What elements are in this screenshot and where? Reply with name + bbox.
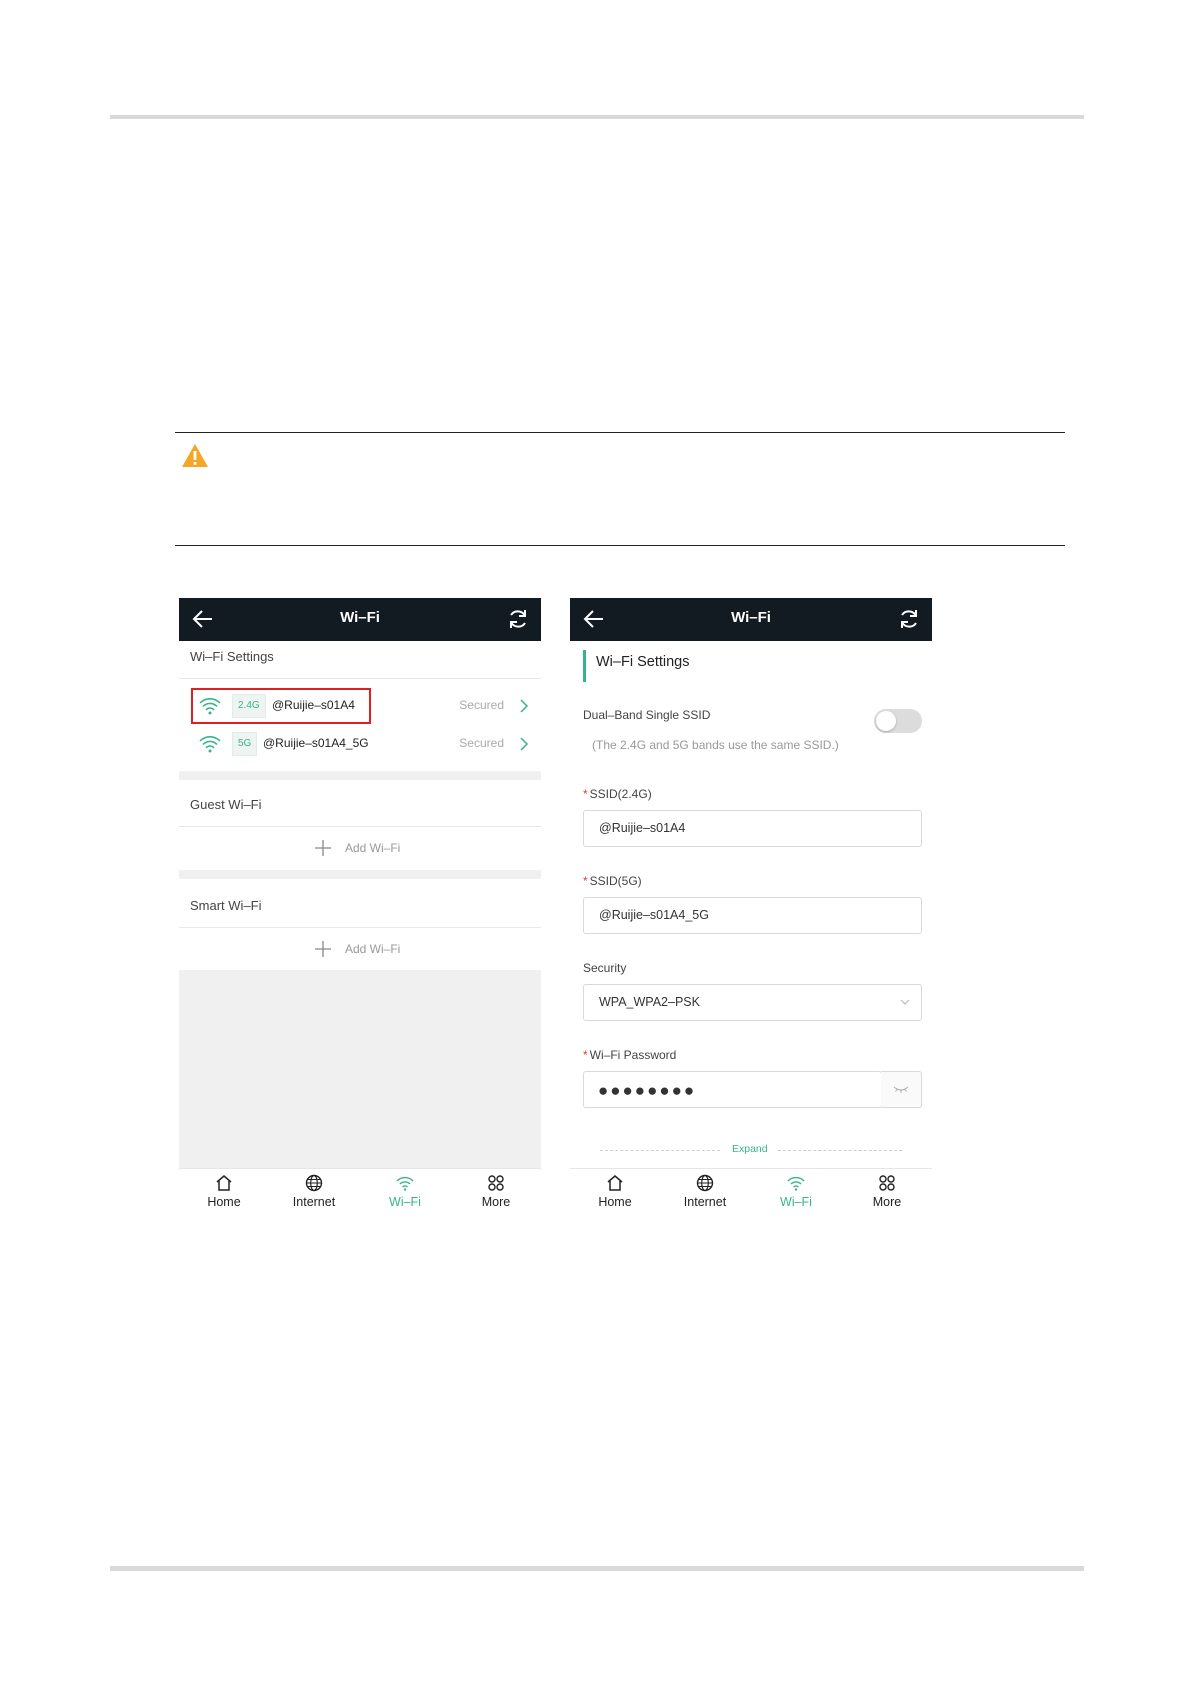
app-header: Wi–Fi — [179, 598, 541, 641]
tab-internet[interactable]: Internet — [269, 1169, 359, 1215]
tab-more[interactable]: More — [451, 1169, 541, 1215]
security-status: Secured — [459, 736, 504, 750]
home-icon — [607, 1175, 623, 1191]
password-label: * Wi–Fi Password — [583, 1048, 676, 1062]
plus-icon — [315, 840, 331, 856]
eye-closed-icon — [893, 1086, 909, 1093]
section-accent-bar — [583, 650, 586, 682]
security-status: Secured — [459, 698, 504, 712]
divider — [179, 927, 541, 928]
guest-wifi-title: Guest Wi–Fi — [190, 797, 262, 812]
refresh-icon[interactable] — [507, 608, 529, 630]
globe-icon — [305, 1174, 323, 1192]
password-input[interactable]: ●●●●●●●● — [583, 1071, 882, 1108]
ssid-name: @Ruijie–s01A4_5G — [263, 736, 369, 750]
expand-link[interactable]: Expand — [732, 1143, 768, 1155]
bottom-tab-bar: Home Internet Wi–Fi More — [179, 1168, 541, 1215]
note-bottom-rule — [175, 545, 1065, 546]
required-mark: * — [583, 874, 588, 888]
ssid-5g-value: @Ruijie–s01A4_5G — [599, 908, 709, 922]
plus-icon — [315, 941, 331, 957]
tab-label: Internet — [292, 1195, 336, 1209]
ssid-24g-input[interactable]: @Ruijie–s01A4 — [583, 810, 922, 847]
ssid-24g-value: @Ruijie–s01A4 — [599, 821, 686, 835]
expand-divider-left — [600, 1150, 720, 1151]
chevron-right-icon — [520, 699, 529, 713]
dual-band-hint: (The 2.4G and 5G bands use the same SSID… — [592, 738, 839, 752]
password-label-text: Wi–Fi Password — [589, 1048, 677, 1062]
app-title: Wi–Fi — [340, 609, 380, 626]
wifi-list-screen: Wi–Fi Wi–Fi Settings 2.4G @Ruijie–s01A4 … — [179, 598, 541, 1215]
home-icon — [216, 1175, 232, 1191]
security-select[interactable]: WPA_WPA2–PSK — [583, 984, 922, 1021]
required-mark: * — [583, 1048, 588, 1062]
note-top-rule — [175, 432, 1065, 433]
tab-wifi[interactable]: Wi–Fi — [360, 1169, 450, 1215]
wifi-settings-screen: Wi–Fi Wi–Fi Settings Dual–Band Single SS… — [570, 598, 932, 1215]
tab-label: Wi–Fi — [389, 1195, 421, 1209]
page-header-rule — [110, 115, 1084, 119]
chevron-down-icon — [900, 999, 910, 1005]
chevron-right-icon — [520, 737, 529, 751]
page-footer-rule — [110, 1566, 1084, 1571]
divider — [179, 826, 541, 827]
dual-band-toggle[interactable] — [874, 709, 922, 733]
tab-label: Internet — [683, 1195, 727, 1209]
security-label: Security — [583, 961, 627, 975]
tab-label: More — [872, 1195, 902, 1209]
smart-wifi-title: Smart Wi–Fi — [190, 898, 262, 913]
wifi-icon — [787, 1176, 805, 1191]
band-badge: 5G — [232, 732, 258, 756]
highlight-box — [191, 688, 371, 724]
section-gap — [179, 771, 541, 780]
app-header: Wi–Fi — [570, 598, 932, 641]
ssid-24g-label: * SSID(2.4G) — [583, 787, 652, 801]
password-mask: ●●●●●●●● — [598, 1081, 697, 1100]
add-smart-wifi-button[interactable]: Add Wi–Fi — [179, 931, 541, 967]
section-gap — [179, 870, 541, 879]
app-title: Wi–Fi — [731, 609, 771, 626]
ssid-row-5g[interactable]: 5G @Ruijie–s01A4_5G Secured — [179, 728, 541, 762]
tab-home[interactable]: Home — [179, 1169, 269, 1215]
wifi-settings-title: Wi–Fi Settings — [190, 649, 274, 664]
ssid-5g-label: * SSID(5G) — [583, 874, 642, 888]
more-icon — [879, 1175, 895, 1191]
tab-internet[interactable]: Internet — [660, 1169, 750, 1215]
empty-area — [179, 970, 541, 1168]
globe-icon — [696, 1174, 714, 1192]
add-wifi-label: Add Wi–Fi — [345, 841, 401, 855]
tab-label: Home — [207, 1195, 241, 1209]
tab-wifi[interactable]: Wi–Fi — [751, 1169, 841, 1215]
add-guest-wifi-button[interactable]: Add Wi–Fi — [179, 830, 541, 866]
ssid-5g-label-text: SSID(5G) — [589, 874, 642, 888]
tab-home[interactable]: Home — [570, 1169, 660, 1215]
show-password-button[interactable] — [881, 1071, 922, 1108]
ssid-24g-label-text: SSID(2.4G) — [589, 787, 652, 801]
tab-label: Wi–Fi — [780, 1195, 812, 1209]
refresh-icon[interactable] — [898, 608, 920, 630]
required-mark: * — [583, 787, 588, 801]
wifi-icon — [396, 1176, 414, 1191]
ssid-5g-input[interactable]: @Ruijie–s01A4_5G — [583, 897, 922, 934]
more-icon — [488, 1175, 504, 1191]
tab-label: Home — [598, 1195, 632, 1209]
divider — [179, 678, 541, 679]
tab-label: More — [481, 1195, 511, 1209]
expand-divider-right — [778, 1150, 902, 1151]
add-wifi-label: Add Wi–Fi — [345, 942, 401, 956]
dual-band-label: Dual–Band Single SSID — [583, 708, 711, 722]
section-title: Wi–Fi Settings — [596, 654, 690, 670]
wifi-icon — [199, 736, 221, 753]
tab-more[interactable]: More — [842, 1169, 932, 1215]
bottom-tab-bar: Home Internet Wi–Fi More — [570, 1168, 932, 1215]
warning-icon — [182, 444, 208, 467]
security-value: WPA_WPA2–PSK — [599, 995, 700, 1009]
